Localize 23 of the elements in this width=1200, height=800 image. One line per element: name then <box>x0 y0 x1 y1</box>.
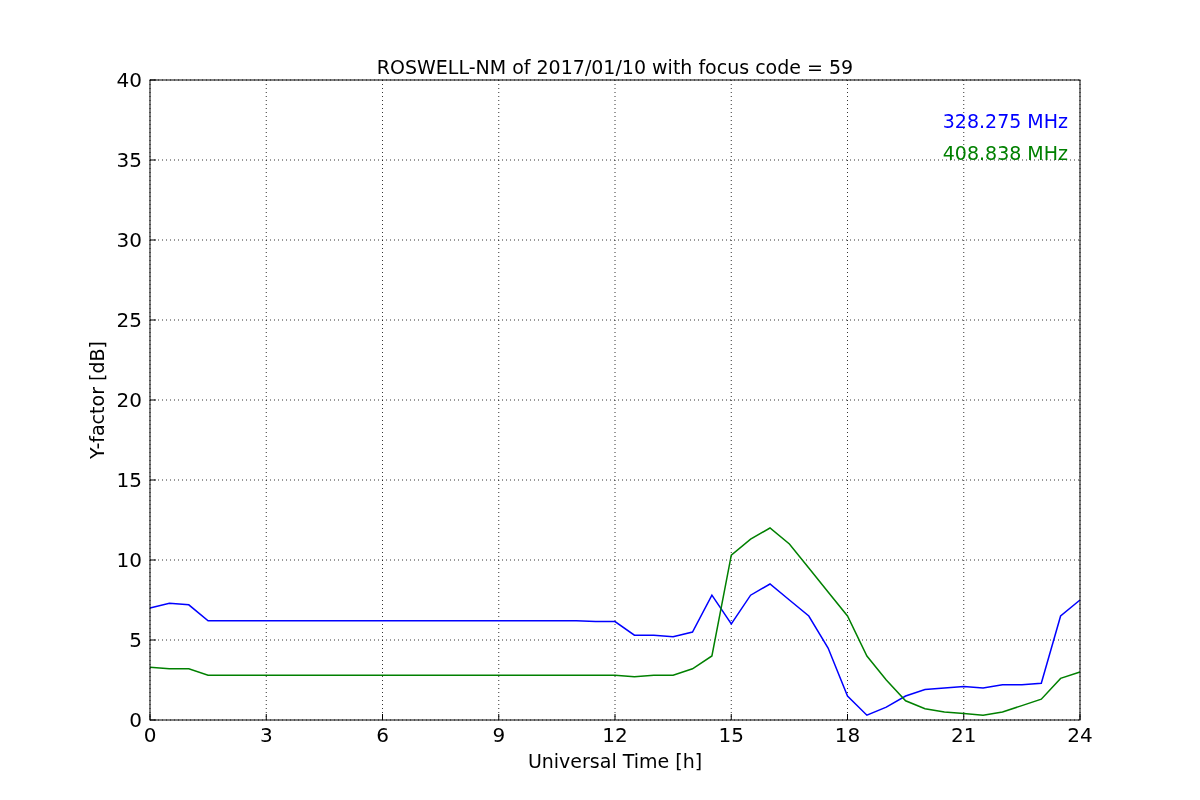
chart-title: ROSWELL-NM of 2017/01/10 with focus code = 59 <box>376 56 854 78</box>
x-tick-label: 24 <box>1067 723 1093 747</box>
y-tick-label: 40 <box>116 68 142 92</box>
y-tick-label: 30 <box>116 228 142 252</box>
x-tick-label: 3 <box>259 723 273 747</box>
y-tick-label: 35 <box>116 148 142 172</box>
x-axis-label: Universal Time [h] <box>527 750 703 772</box>
y-tick-label: 0 <box>129 708 142 732</box>
y-tick-label: 20 <box>116 388 142 412</box>
x-tick-label: 0 <box>143 723 157 747</box>
x-tick-label: 9 <box>492 723 506 747</box>
y-axis-label: Y-factor [dB] <box>86 341 108 459</box>
x-tick-label: 12 <box>602 723 628 747</box>
legend-label: 408.838 MHz <box>942 142 1068 164</box>
x-tick-label: 21 <box>951 723 977 747</box>
y-tick-label: 5 <box>129 628 142 652</box>
legend-label: 328.275 MHz <box>942 110 1068 132</box>
y-tick-label: 15 <box>116 468 142 492</box>
x-tick-label: 15 <box>718 723 744 747</box>
x-tick-label: 18 <box>834 723 861 747</box>
y-tick-label: 25 <box>116 308 142 332</box>
x-tick-label: 6 <box>376 723 389 747</box>
y-tick-label: 10 <box>116 548 142 572</box>
